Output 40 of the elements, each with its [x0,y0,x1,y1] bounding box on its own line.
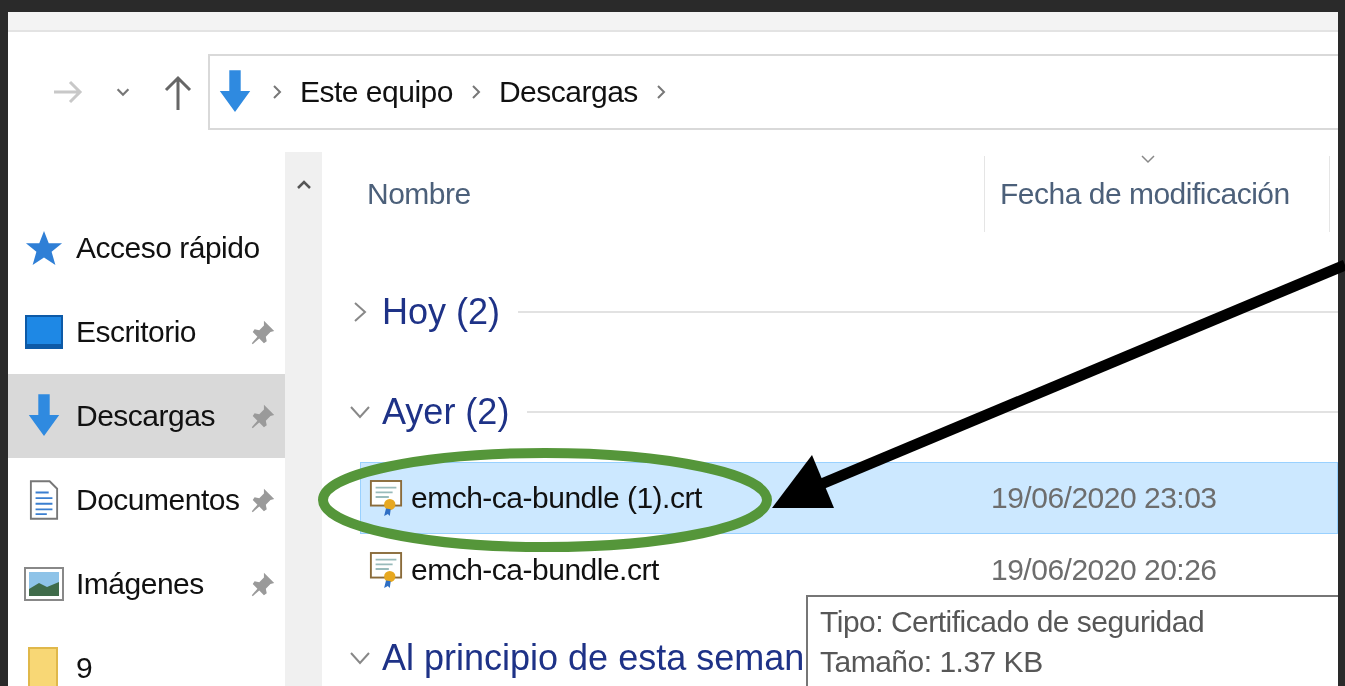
file-name: emch-ca-bundle (1).crt [411,481,702,515]
column-header[interactable]: Fecha de modificación [985,156,1330,232]
group-header[interactable]: Hoy (2) [382,291,501,333]
pin-icon[interactable] [249,486,277,514]
folder-icon [27,646,61,686]
sidebar-item[interactable]: Imágenes [8,542,285,626]
pin-icon[interactable] [249,402,277,430]
group-header[interactable]: Ayer (2) [382,391,510,433]
breadcrumb-item[interactable]: Descargas [498,75,638,109]
sidebar-item[interactable]: Documentos [8,458,285,542]
tooltip-text: Tipo: Certificado de seguridad [820,605,1206,639]
pin-icon[interactable] [249,318,277,346]
sidebar-item[interactable]: Descargas [8,374,285,458]
column-header[interactable]: Nombre [330,156,985,232]
address-bar[interactable]: Este equipo Descargas [208,54,1338,130]
tooltip-text: Tamaño: 1.37 KB [820,645,1044,679]
sidebar-item[interactable]: Escritorio [8,290,285,374]
sidebar-item[interactable]: 9 [8,626,285,686]
chevron-icon [655,84,666,100]
file-name: emch-ca-bundle.crt [411,553,659,587]
certificate-icon [369,551,403,589]
chevron-icon [470,84,481,100]
column-title: Fecha de modificación [1000,177,1290,211]
file-date: 19/06/2020 23:03 [991,481,1217,515]
scrollbar[interactable] [285,152,322,686]
pictures-icon [24,567,64,601]
sidebar-item[interactable]: Acceso rápido [8,206,285,290]
desktop-icon [24,312,64,352]
chevron-icon [272,84,282,100]
breadcrumb-item[interactable]: Este equipo [300,75,453,109]
star-icon [25,229,63,267]
certificate-icon [369,479,403,517]
group-header[interactable]: Al principio de esta seman [382,637,805,679]
document-icon [29,478,59,522]
file-row[interactable]: emch-ca-bundle (1).crt 19/06/2020 23:03 [360,462,1338,534]
column-title: Nombre [367,177,471,211]
file-row[interactable]: emch-ca-bundle.crt 19/06/2020 20:26 [360,534,1338,606]
pin-icon[interactable] [249,570,277,598]
file-date: 19/06/2020 20:26 [991,553,1217,587]
scroll-up-icon[interactable] [295,179,312,189]
